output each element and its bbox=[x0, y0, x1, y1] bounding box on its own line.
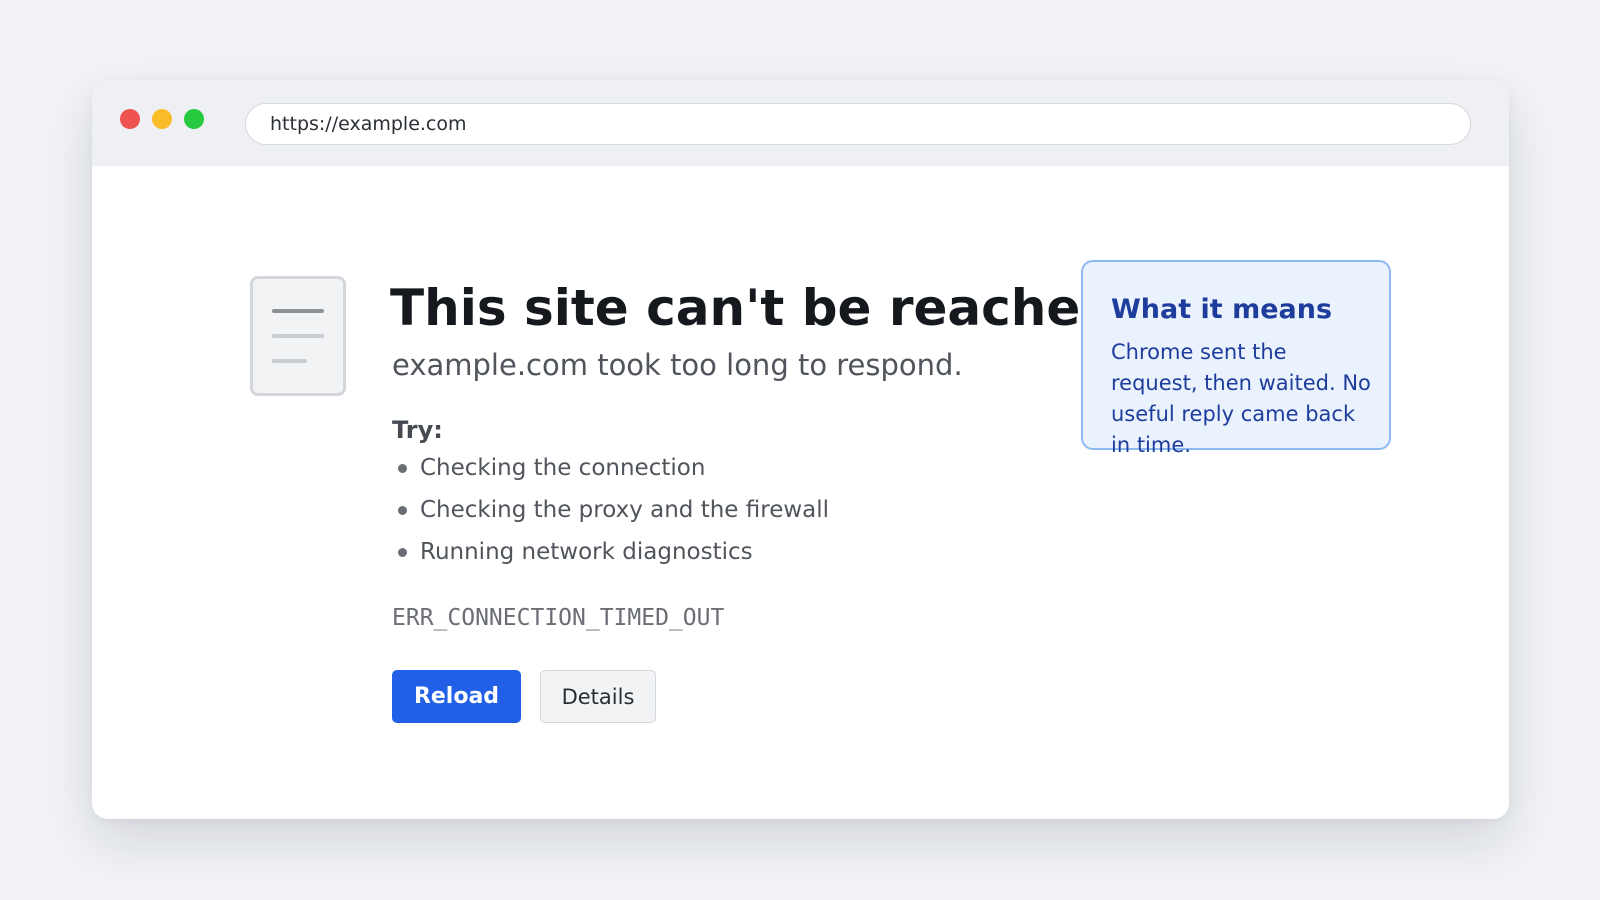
error-code: ERR_CONNECTION_TIMED_OUT bbox=[392, 605, 725, 631]
suggestion-item: Running network diagnostics bbox=[392, 531, 829, 573]
bullet-icon bbox=[398, 464, 407, 473]
details-button[interactable]: Details bbox=[540, 670, 656, 723]
address-bar[interactable]: https://example.com bbox=[245, 103, 1471, 145]
document-icon-line bbox=[272, 334, 324, 338]
browser-window: https://example.com This site can't be r… bbox=[92, 80, 1509, 819]
reload-button[interactable]: Reload bbox=[392, 670, 521, 723]
page-title: This site can't be reached bbox=[390, 279, 1117, 337]
browser-toolbar: https://example.com bbox=[92, 80, 1509, 166]
maximize-window-button[interactable] bbox=[184, 109, 204, 129]
try-label: Try: bbox=[392, 416, 443, 444]
callout-title: What it means bbox=[1111, 294, 1333, 325]
suggestion-text: Checking the connection bbox=[420, 455, 706, 481]
bullet-icon bbox=[398, 548, 407, 557]
document-icon-line bbox=[272, 309, 324, 313]
minimize-window-button[interactable] bbox=[152, 109, 172, 129]
suggestion-text: Checking the proxy and the firewall bbox=[420, 497, 830, 523]
suggestion-item: Checking the proxy and the firewall bbox=[392, 489, 829, 531]
explanation-callout: What it means Chrome sent the request, t… bbox=[1081, 260, 1391, 457]
bullet-icon bbox=[398, 506, 407, 515]
error-description: example.com took too long to respond. bbox=[392, 348, 963, 382]
close-window-button[interactable] bbox=[120, 109, 140, 129]
address-bar-url: https://example.com bbox=[270, 113, 467, 135]
document-icon-line bbox=[272, 359, 307, 363]
suggestion-text: Running network diagnostics bbox=[420, 539, 753, 565]
suggestion-item: Checking the connection bbox=[392, 447, 829, 489]
suggestion-list: Checking the connection Checking the pro… bbox=[392, 447, 829, 573]
callout-body: Chrome sent the request, then waited. No… bbox=[1111, 340, 1371, 457]
document-icon bbox=[250, 276, 346, 396]
